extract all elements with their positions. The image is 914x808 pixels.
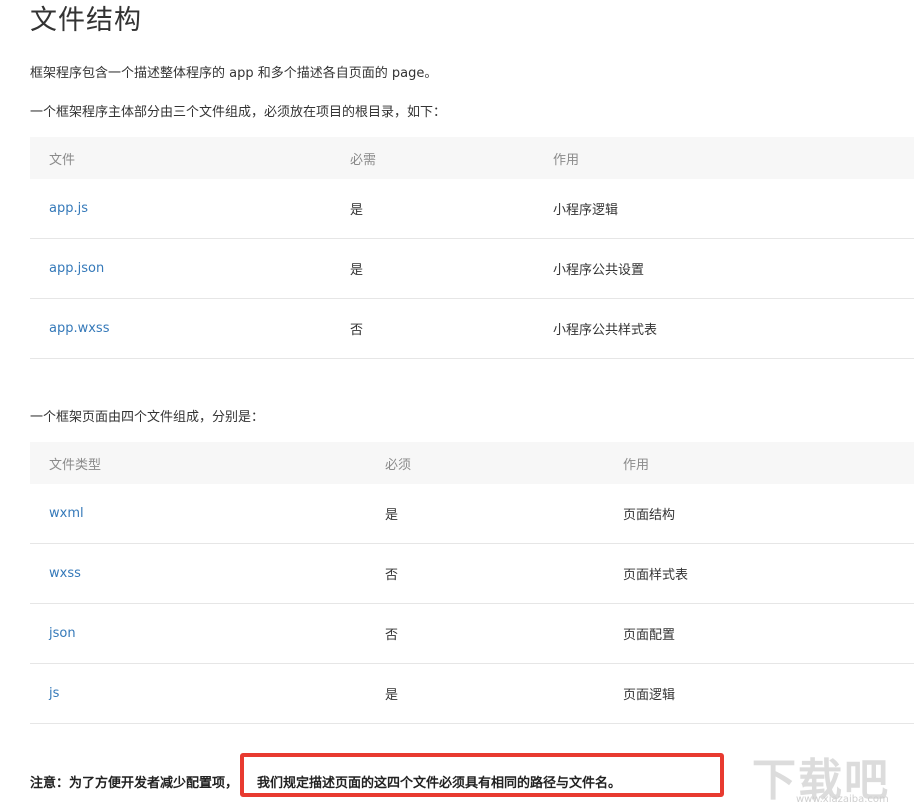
file-link-app-js[interactable]: app.js bbox=[30, 179, 331, 239]
column-header-required: 必需 bbox=[331, 137, 534, 179]
required-cell: 否 bbox=[366, 603, 604, 664]
watermark-url: www.xiazaiba.com bbox=[796, 794, 889, 805]
page-section-paragraph: 一个框架页面由四个文件组成，分别是： bbox=[30, 410, 265, 425]
purpose-cell: 小程序公共设置 bbox=[534, 238, 914, 299]
required-cell: 否 bbox=[366, 543, 604, 604]
intro-paragraph: 框架程序包含一个描述整体程序的 app 和多个描述各自页面的 page。 bbox=[30, 66, 438, 81]
file-link-app-json[interactable]: app.json bbox=[30, 238, 331, 299]
purpose-cell: 页面结构 bbox=[604, 484, 914, 544]
column-header-required: 必须 bbox=[366, 442, 604, 484]
watermark-logo: 下载吧 www.xiazaiba.com bbox=[752, 744, 902, 806]
column-header-file-type: 文件类型 bbox=[30, 442, 366, 484]
column-header-purpose: 作用 bbox=[604, 442, 914, 484]
column-header-purpose: 作用 bbox=[534, 137, 914, 179]
table-row: js 是 页面逻辑 bbox=[30, 663, 914, 724]
table-row: app.json 是 小程序公共设置 bbox=[30, 238, 914, 299]
required-cell: 是 bbox=[331, 238, 534, 299]
table-row: json 否 页面配置 bbox=[30, 603, 914, 664]
highlight-annotation-box bbox=[240, 753, 724, 797]
table-row: app.wxss 否 小程序公共样式表 bbox=[30, 298, 914, 359]
purpose-cell: 页面逻辑 bbox=[604, 663, 914, 724]
file-link-json[interactable]: json bbox=[30, 603, 366, 664]
required-cell: 是 bbox=[331, 179, 534, 239]
column-header-file: 文件 bbox=[30, 137, 331, 179]
table-row: app.js 是 小程序逻辑 bbox=[30, 179, 914, 239]
file-link-wxss[interactable]: wxss bbox=[30, 543, 366, 604]
app-section-paragraph: 一个框架程序主体部分由三个文件组成，必须放在项目的根目录，如下： bbox=[30, 105, 447, 120]
file-link-wxml[interactable]: wxml bbox=[30, 484, 366, 544]
page-files-table: 文件类型 必须 作用 wxml 是 页面结构 wxss 否 页面样式表 json… bbox=[30, 442, 914, 724]
required-cell: 否 bbox=[331, 298, 534, 359]
table-row: wxml 是 页面结构 bbox=[30, 484, 914, 544]
page-title: 文件结构 bbox=[30, 5, 142, 36]
document-page: 文件结构 框架程序包含一个描述整体程序的 app 和多个描述各自页面的 page… bbox=[0, 0, 914, 808]
file-link-js[interactable]: js bbox=[30, 663, 366, 724]
file-link-app-wxss[interactable]: app.wxss bbox=[30, 298, 331, 359]
table-row: wxss 否 页面样式表 bbox=[30, 543, 914, 604]
table-header-row: 文件 必需 作用 bbox=[30, 137, 914, 179]
required-cell: 是 bbox=[366, 663, 604, 724]
purpose-cell: 小程序逻辑 bbox=[534, 179, 914, 239]
table-header-row: 文件类型 必须 作用 bbox=[30, 442, 914, 484]
purpose-cell: 小程序公共样式表 bbox=[534, 298, 914, 359]
required-cell: 是 bbox=[366, 484, 604, 544]
app-files-table: 文件 必需 作用 app.js 是 小程序逻辑 app.json 是 小程序公共… bbox=[30, 137, 914, 359]
purpose-cell: 页面配置 bbox=[604, 603, 914, 664]
purpose-cell: 页面样式表 bbox=[604, 543, 914, 604]
note-prefix: 注意：为了方便开发者减少配置项， bbox=[30, 776, 239, 791]
